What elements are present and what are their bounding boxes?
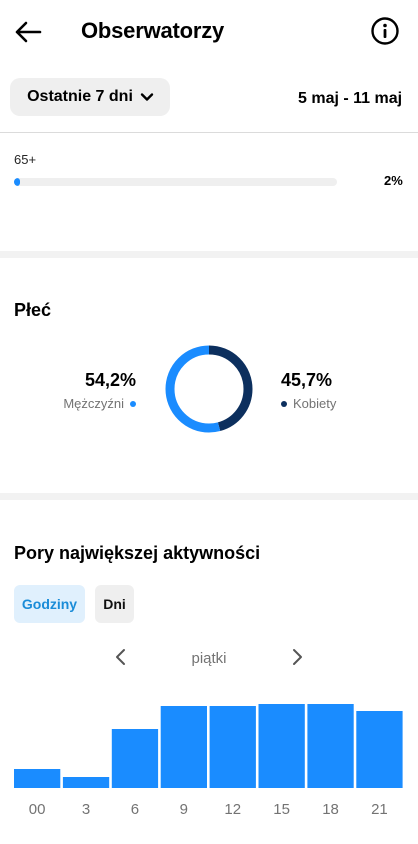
x-tick-label: 6	[131, 801, 139, 818]
bar-18	[307, 704, 354, 788]
bar-3	[62, 777, 110, 788]
tab-days[interactable]: Dni	[95, 585, 134, 623]
day-label: piątki	[191, 650, 227, 667]
female-label: Kobiety	[293, 396, 337, 411]
female-legend: Kobiety	[281, 396, 336, 411]
age-group-label: 65+	[14, 152, 37, 167]
back-arrow-icon[interactable]	[10, 14, 46, 50]
activity-title: Pory największej aktywności	[14, 543, 261, 563]
chevron-left-icon[interactable]	[110, 646, 132, 668]
x-tick-label: 00	[29, 801, 46, 818]
gender-donut-chart	[165, 345, 253, 433]
page-title: Obserwatorzy	[81, 18, 225, 43]
x-tick-label: 3	[82, 801, 90, 818]
x-tick-label: 15	[273, 801, 290, 818]
male-label: Mężczyźni	[63, 396, 124, 411]
age-progress-track	[14, 178, 337, 186]
male-legend: Mężczyźni	[63, 396, 136, 411]
age-progress-fill	[14, 178, 21, 186]
activity-bar-chart: 00 3 6 9 12 15 18 21	[14, 704, 403, 818]
section-divider	[0, 493, 418, 500]
x-tick-label: 18	[322, 801, 339, 818]
top-bar: Obserwatorzy	[0, 0, 418, 64]
info-icon[interactable]	[368, 14, 402, 48]
divider	[0, 132, 418, 133]
tab-hours[interactable]: Godziny	[14, 585, 85, 623]
x-tick-label: 12	[224, 801, 241, 818]
x-tick-label: 21	[371, 801, 388, 818]
date-range-label: Ostatnie 7 dni	[27, 88, 133, 105]
bar-00	[14, 769, 61, 788]
bar-6	[111, 729, 159, 788]
bar-12	[209, 706, 256, 788]
date-range-dropdown[interactable]: Ostatnie 7 dni	[10, 78, 170, 116]
female-dot-icon	[281, 400, 287, 407]
chevron-right-icon[interactable]	[286, 646, 308, 668]
date-range-text: 5 maj - 11 maj	[298, 90, 403, 107]
male-dot-icon	[130, 400, 136, 407]
age-percent: 2%	[384, 173, 403, 188]
bar-15	[258, 704, 305, 788]
bar-9	[160, 706, 207, 788]
bar-21	[356, 711, 403, 788]
section-divider	[0, 251, 418, 258]
chevron-down-icon	[139, 89, 155, 105]
male-percent: 54,2%	[84, 370, 136, 390]
female-percent: 45,7%	[281, 370, 333, 390]
x-tick-label: 9	[180, 801, 188, 818]
gender-title: Płeć	[14, 300, 52, 320]
